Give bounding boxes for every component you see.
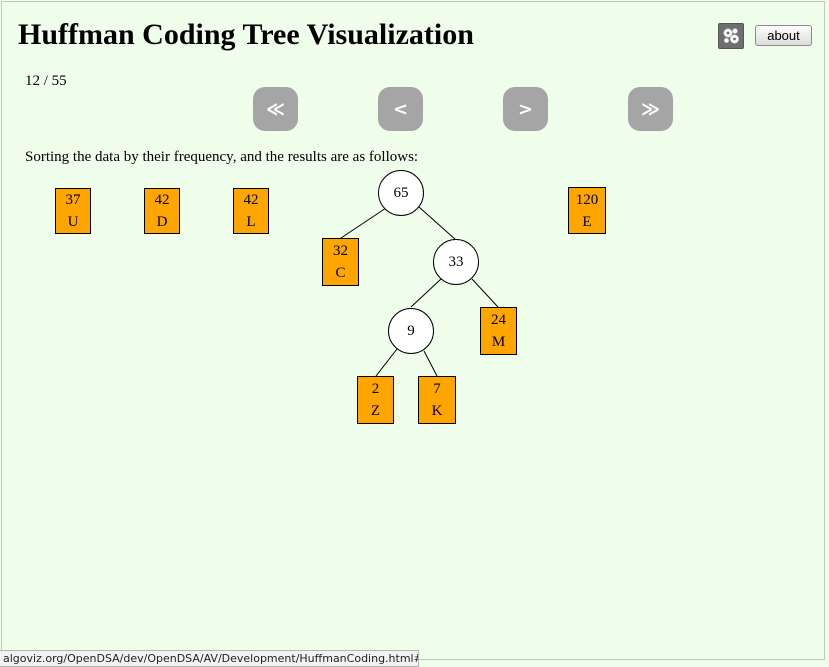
- leaf-letter: U: [67, 214, 79, 230]
- leaf-weight: 24: [491, 312, 506, 328]
- edge-65-32: [340, 207, 387, 239]
- leaf-letter: D: [156, 214, 168, 230]
- leaf-node: 37 U: [55, 188, 91, 234]
- leaf-node: 42 L: [233, 188, 269, 234]
- leaf-node: 2 Z: [357, 376, 394, 424]
- edge-33-9: [410, 278, 442, 308]
- leaf-letter: M: [491, 334, 506, 350]
- edge-65-33: [418, 206, 457, 241]
- status-bar-url: algoviz.org/OpenDSA/dev/OpenDSA/AV/Devel…: [0, 650, 419, 667]
- leaf-letter: C: [335, 265, 346, 281]
- leaf-letter: E: [582, 213, 592, 230]
- leaf-letter: Z: [370, 403, 381, 419]
- leaf-weight: 2: [371, 381, 380, 397]
- leaf-letter: L: [246, 214, 256, 230]
- leaf-letter: K: [431, 403, 443, 419]
- internal-node: 33: [433, 239, 479, 285]
- leaf-weight: 32: [333, 243, 348, 259]
- leaf-node: 32 C: [322, 238, 359, 286]
- leaf-weight: 7: [433, 381, 441, 397]
- leaf-node: 120 E: [568, 187, 606, 234]
- edge-9-7: [423, 350, 438, 377]
- edge-33-24: [471, 278, 499, 308]
- edge-9-2: [375, 348, 398, 377]
- leaf-node: 42 D: [144, 188, 180, 234]
- internal-node: 65: [378, 170, 424, 216]
- leaf-weight: 37: [65, 192, 81, 208]
- leaf-node: 24 M: [480, 307, 517, 355]
- internal-node: 9: [388, 308, 434, 354]
- leaf-weight: 42: [154, 192, 170, 208]
- leaf-weight: 120: [575, 191, 599, 208]
- leaf-node: 7 K: [418, 376, 456, 424]
- leaf-weight: 42: [243, 192, 259, 208]
